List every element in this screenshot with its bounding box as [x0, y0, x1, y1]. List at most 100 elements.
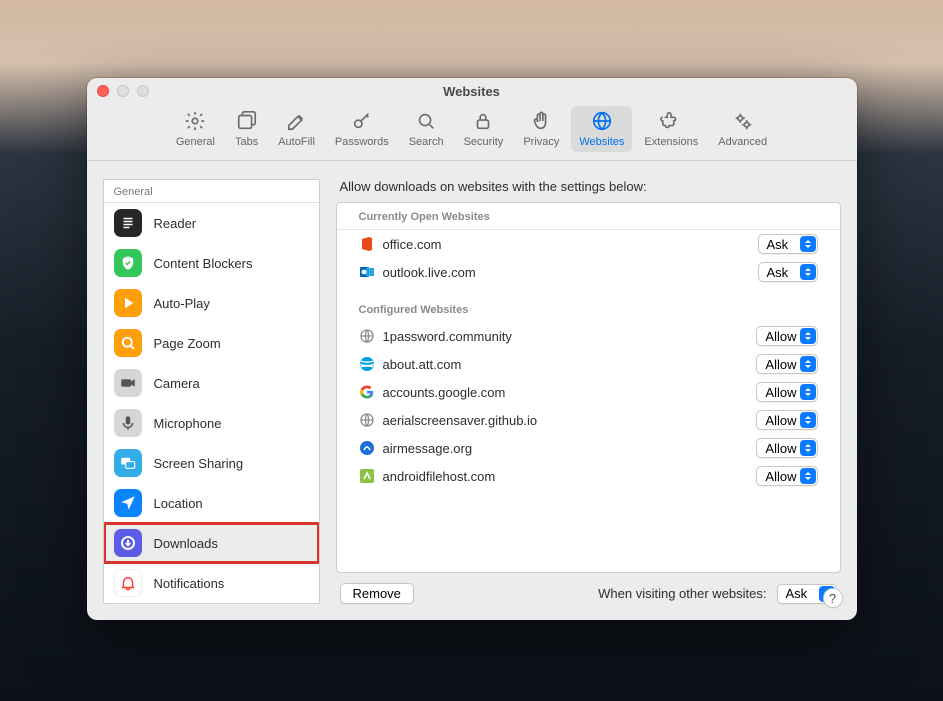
sidebar-list: Reader Content Blockers Auto-Play Page Z… — [104, 203, 319, 603]
favicon-icon — [359, 412, 375, 428]
favicon-icon — [359, 356, 375, 372]
sidebar-item-label: Auto-Play — [154, 296, 210, 311]
puzzle-icon — [660, 110, 682, 132]
sidebar-item-label: Reader — [154, 216, 197, 231]
website-setting-dropdown[interactable]: Ask — [758, 262, 818, 282]
content: General Reader Content Blockers Auto-Pla… — [87, 161, 857, 620]
sidebar-item-camera[interactable]: Camera — [104, 363, 319, 403]
favicon-icon — [359, 328, 375, 344]
lock-icon — [472, 110, 494, 132]
bell-icon — [114, 569, 142, 597]
tab-tabs[interactable]: Tabs — [227, 106, 266, 152]
website-row[interactable]: accounts.google.com Allow — [337, 378, 840, 406]
favicon-icon — [359, 468, 375, 484]
close-window-button[interactable] — [97, 85, 109, 97]
sidebar-item-label: Screen Sharing — [154, 456, 244, 471]
sidebar: General Reader Content Blockers Auto-Pla… — [103, 179, 320, 604]
tab-general[interactable]: General — [168, 106, 223, 152]
detail-footer: Remove When visiting other websites: Ask — [336, 573, 841, 604]
website-row[interactable]: aerialscreensaver.github.io Allow — [337, 406, 840, 434]
location-icon — [114, 489, 142, 517]
tab-privacy[interactable]: Privacy — [515, 106, 567, 152]
tab-websites[interactable]: Websites — [571, 106, 632, 152]
website-row[interactable]: androidfilehost.com Allow — [337, 462, 840, 490]
website-setting-dropdown[interactable]: Allow — [756, 326, 817, 346]
zoom-icon — [114, 329, 142, 357]
tab-passwords[interactable]: Passwords — [327, 106, 397, 152]
sidebar-item-location[interactable]: Location — [104, 483, 319, 523]
detail-pane: Allow downloads on websites with the set… — [336, 179, 841, 604]
titlebar: Websites — [87, 78, 857, 104]
window-title: Websites — [443, 84, 500, 99]
website-domain: about.att.com — [383, 357, 462, 372]
website-domain: airmessage.org — [383, 441, 473, 456]
sidebar-item-reader[interactable]: Reader — [104, 203, 319, 243]
website-setting-dropdown[interactable]: Allow — [756, 410, 817, 430]
pen-icon — [286, 110, 308, 132]
tab-security[interactable]: Security — [456, 106, 512, 152]
website-row[interactable]: office.com Ask — [337, 230, 840, 258]
website-domain: office.com — [383, 237, 442, 252]
tabs-icon — [236, 110, 258, 132]
gear-icon — [184, 110, 206, 132]
website-row[interactable]: 1password.community Allow — [337, 322, 840, 350]
search-icon — [415, 110, 437, 132]
favicon-icon — [359, 264, 375, 280]
website-domain: aerialscreensaver.github.io — [383, 413, 538, 428]
favicon-icon — [359, 440, 375, 456]
website-list-panel: Currently Open Websites office.comAskout… — [336, 202, 841, 573]
sidebar-item-label: Camera — [154, 376, 200, 391]
microphone-icon — [114, 409, 142, 437]
sidebar-item-label: Downloads — [154, 536, 218, 551]
shield-icon — [114, 249, 142, 277]
tab-extensions[interactable]: Extensions — [636, 106, 706, 152]
tab-advanced[interactable]: Advanced — [710, 106, 775, 152]
key-icon — [351, 110, 373, 132]
maximize-window-button[interactable] — [137, 85, 149, 97]
website-domain: outlook.live.com — [383, 265, 476, 280]
preferences-window: Websites General Tabs AutoFill Passwords… — [87, 78, 857, 620]
sidebar-item-label: Location — [154, 496, 203, 511]
sidebar-item-screen-sharing[interactable]: Screen Sharing — [104, 443, 319, 483]
sidebar-item-label: Page Zoom — [154, 336, 221, 351]
sidebar-item-label: Notifications — [154, 576, 225, 591]
hand-icon — [530, 110, 552, 132]
website-setting-dropdown[interactable]: Allow — [756, 466, 817, 486]
help-button[interactable]: ? — [823, 588, 843, 608]
website-row[interactable]: airmessage.org Allow — [337, 434, 840, 462]
website-row[interactable]: outlook.live.com Ask — [337, 258, 840, 286]
sidebar-item-microphone[interactable]: Microphone — [104, 403, 319, 443]
toolbar: General Tabs AutoFill Passwords Search S… — [87, 104, 857, 161]
play-icon — [114, 289, 142, 317]
sidebar-item-content-blockers[interactable]: Content Blockers — [104, 243, 319, 283]
globe-icon — [591, 110, 613, 132]
website-setting-dropdown[interactable]: Allow — [756, 382, 817, 402]
screens-icon — [114, 449, 142, 477]
detail-header: Allow downloads on websites with the set… — [336, 179, 841, 202]
website-domain: accounts.google.com — [383, 385, 506, 400]
website-setting-dropdown[interactable]: Allow — [756, 354, 817, 374]
traffic-lights — [97, 85, 149, 97]
configured-websites-header: Configured Websites — [337, 286, 840, 322]
sidebar-header: General — [104, 180, 319, 203]
sidebar-item-notifications[interactable]: Notifications — [104, 563, 319, 603]
favicon-icon — [359, 384, 375, 400]
sidebar-item-auto-play[interactable]: Auto-Play — [104, 283, 319, 323]
website-setting-dropdown[interactable]: Allow — [756, 438, 817, 458]
sidebar-item-label: Microphone — [154, 416, 222, 431]
website-domain: androidfilehost.com — [383, 469, 496, 484]
website-setting-dropdown[interactable]: Ask — [758, 234, 818, 254]
sidebar-item-downloads[interactable]: Downloads — [104, 523, 319, 563]
sidebar-item-label: Content Blockers — [154, 256, 253, 271]
sidebar-item-page-zoom[interactable]: Page Zoom — [104, 323, 319, 363]
tab-search[interactable]: Search — [401, 106, 452, 152]
open-websites-header: Currently Open Websites — [337, 203, 840, 230]
tab-autofill[interactable]: AutoFill — [270, 106, 323, 152]
website-domain: 1password.community — [383, 329, 512, 344]
favicon-icon — [359, 236, 375, 252]
camera-icon — [114, 369, 142, 397]
website-row[interactable]: about.att.com Allow — [337, 350, 840, 378]
download-icon — [114, 529, 142, 557]
minimize-window-button[interactable] — [117, 85, 129, 97]
remove-button[interactable]: Remove — [340, 583, 414, 604]
